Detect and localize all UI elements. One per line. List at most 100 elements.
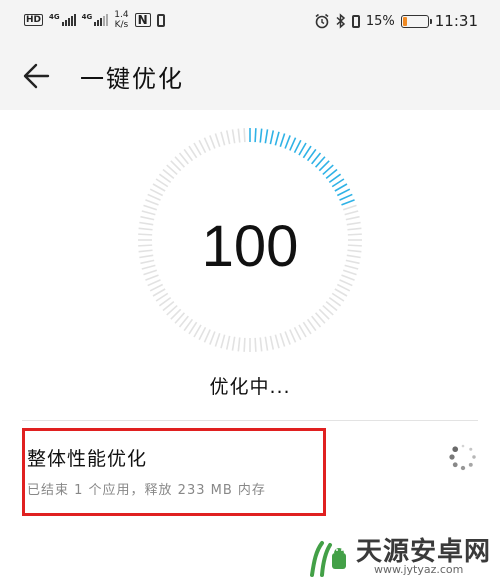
- dial-tick-active: [334, 183, 348, 192]
- watermark-android-logo-icon: [310, 541, 346, 577]
- signal-icon-sim2: 4G: [82, 14, 109, 26]
- dial-tick-active: [284, 135, 291, 149]
- nfc-icon: N: [134, 13, 151, 27]
- spinner-dot: [468, 462, 473, 467]
- bluetooth-icon: [336, 13, 345, 29]
- dial-tick: [203, 329, 211, 343]
- task-title: 整体性能优化: [27, 448, 148, 470]
- spinner-dot: [452, 446, 459, 453]
- dial-tick: [198, 139, 207, 154]
- network-type-label: 4G: [81, 13, 93, 21]
- dial-tick: [188, 145, 198, 159]
- vibrate-icon: [351, 14, 360, 28]
- dial-tick: [293, 326, 302, 341]
- dial-tick: [188, 321, 198, 335]
- dial-tick: [302, 321, 312, 335]
- alarm-icon: [315, 13, 329, 29]
- dial-tick: [152, 183, 166, 192]
- dial-tick: [143, 204, 158, 211]
- divider: [22, 420, 478, 421]
- dial-tick: [225, 335, 231, 350]
- dial-tick: [198, 326, 207, 341]
- task-item-performance: 整体性能优化 已结束 1 个应用，释放 233 MB 内存: [22, 428, 326, 516]
- watermark: 天源安卓网 www.jytyaz.com: [302, 531, 500, 579]
- dial-tick-active: [293, 139, 302, 154]
- task-subtitle: 已结束 1 个应用，释放 233 MB 内存: [27, 483, 266, 498]
- dial-tick-active: [274, 131, 280, 146]
- dial-tick: [193, 324, 202, 338]
- dial-tick: [237, 337, 241, 352]
- dial-tick: [203, 137, 211, 151]
- dial-tick: [334, 288, 348, 297]
- dial-tick: [149, 283, 164, 292]
- dial-tick: [231, 129, 236, 144]
- network-speed: 1.4 K/s: [114, 10, 128, 30]
- dial-tick-active: [336, 188, 351, 197]
- dial-tick: [149, 188, 164, 197]
- dial-tick: [220, 131, 226, 146]
- dial-tick: [298, 324, 307, 338]
- dial-tick: [147, 193, 161, 201]
- dial-tick: [152, 288, 166, 297]
- dial-tick-active: [339, 193, 353, 201]
- dial-tick: [284, 331, 291, 345]
- clock: 11:31: [434, 12, 478, 30]
- battery-icon: [400, 14, 432, 28]
- spinner-dot: [452, 462, 458, 468]
- dial-tick: [193, 142, 202, 156]
- dial-tick: [214, 332, 221, 347]
- speed-unit: K/s: [114, 20, 129, 30]
- loading-spinner-icon: [449, 444, 476, 471]
- optimization-status: 优化中...: [209, 376, 291, 398]
- spinner-dot: [449, 454, 455, 460]
- watermark-url: www.jytyaz.com: [374, 563, 464, 576]
- network-type-label: 4G: [49, 13, 60, 21]
- dial-tick: [155, 292, 169, 302]
- header: 一键优化: [0, 50, 500, 102]
- dial-tick: [264, 336, 269, 351]
- signal-icon-sim1: 4G: [49, 14, 76, 26]
- dial-tick-active: [254, 128, 257, 143]
- dial-tick: [342, 204, 357, 211]
- dial-tick: [269, 335, 275, 350]
- optimization-score: 100: [201, 214, 299, 279]
- dial-tick: [209, 135, 216, 149]
- battery-percent: 15%: [365, 13, 395, 29]
- dial-tick-active: [289, 137, 297, 151]
- dial-tick-active: [279, 133, 286, 148]
- speed-value: 1.4: [114, 10, 129, 20]
- dial-tick: [209, 331, 216, 345]
- dial-tick: [289, 329, 297, 343]
- status-left: HD 4G 4G 1.4 K/s N: [24, 10, 165, 30]
- dial-tick: [336, 283, 351, 292]
- dial-tick-active: [269, 130, 275, 145]
- battery-fill: [402, 16, 407, 26]
- dial-tick: [225, 130, 231, 145]
- dial-tick: [274, 334, 280, 349]
- spinner-dot: [461, 444, 465, 448]
- dial-tick-active: [259, 128, 263, 143]
- dial-tick-active: [341, 199, 355, 206]
- dial-tick: [214, 133, 221, 148]
- dial-tick: [145, 199, 159, 206]
- spinner-dot: [472, 455, 476, 459]
- dial-tick: [220, 334, 226, 349]
- status-right: 15% 11:31: [314, 12, 478, 30]
- dial-tick-active: [302, 145, 312, 159]
- hd-voice-icon: HD: [24, 14, 44, 26]
- dial-tick: [254, 337, 257, 352]
- dial-tick: [237, 128, 241, 143]
- back-arrow-icon[interactable]: [20, 59, 54, 93]
- spinner-dot: [460, 465, 466, 471]
- page-title: 一键优化: [80, 65, 184, 93]
- dial-tick-active: [331, 178, 345, 188]
- status-bar: HD 4G 4G 1.4 K/s N 15% 11:31: [0, 0, 500, 42]
- dial-tick-active: [298, 142, 307, 156]
- spinner-dot: [469, 447, 473, 451]
- vibrate-icon: [156, 13, 165, 27]
- dial-tick: [155, 178, 169, 188]
- dial-tick: [243, 128, 246, 143]
- dial-tick: [243, 337, 246, 352]
- dial-tick: [331, 292, 345, 302]
- dial-tick: [259, 337, 263, 352]
